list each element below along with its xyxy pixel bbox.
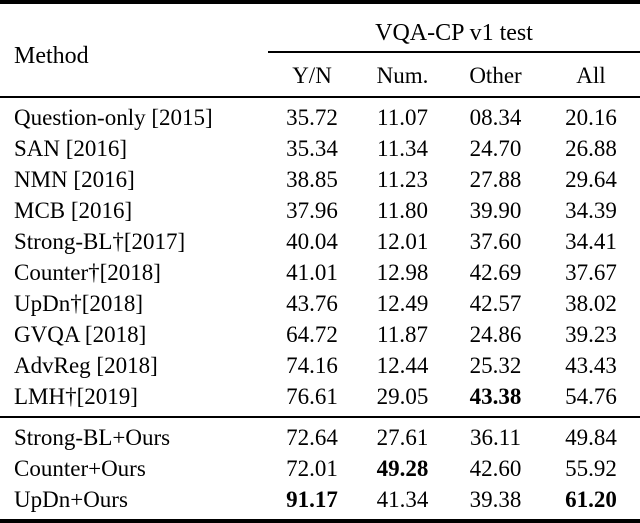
cell-all: 61.20 — [565, 487, 617, 512]
table-row: Question-only [2015] 35.72 11.07 08.34 2… — [0, 102, 640, 133]
cell-yn: 76.61 — [286, 384, 338, 409]
cell-all: 39.23 — [565, 322, 617, 347]
column-group-header-vqa-cp-v1-test: VQA-CP v1 test — [268, 9, 640, 57]
cell-method: MCB [2016] — [14, 198, 133, 223]
cell-yn: 37.96 — [286, 198, 338, 223]
cell-yn: 72.64 — [286, 425, 338, 450]
cell-other: 39.90 — [469, 198, 522, 223]
column-header-method: Method — [14, 42, 89, 69]
cell-yn: 64.72 — [286, 322, 338, 347]
cell-all: 34.41 — [565, 229, 617, 254]
cell-num: 11.80 — [377, 198, 428, 223]
cell-other: 39.38 — [469, 487, 522, 512]
cell-num: 12.98 — [376, 260, 429, 285]
cell-yn: 74.16 — [286, 353, 338, 378]
table-body: Method VQA-CP v1 test Y/N Num. Other All… — [0, 0, 640, 523]
cell-other: 08.34 — [469, 105, 522, 130]
cell-num: 12.44 — [376, 353, 429, 378]
cell-yn: 91.17 — [286, 487, 338, 512]
cell-num: 27.61 — [376, 425, 429, 450]
cell-method: Strong-BL+Ours — [14, 425, 171, 450]
cell-all: 37.67 — [565, 260, 617, 285]
table-row: MCB [2016] 37.96 11.80 39.90 34.39 — [0, 195, 640, 226]
cell-num: 29.05 — [376, 384, 429, 409]
cell-method: Strong-BL†[2017] — [14, 229, 186, 254]
cell-all: 29.64 — [565, 167, 617, 192]
cell-num: 12.49 — [376, 291, 429, 316]
cell-yn: 35.72 — [286, 105, 338, 130]
column-header-all: All — [576, 63, 606, 88]
cell-method: GVQA [2018] — [14, 322, 147, 347]
results-table-figure: Method VQA-CP v1 test Y/N Num. Other All… — [0, 0, 640, 523]
table-row: Counter+Ours 72.01 49.28 42.60 55.92 — [0, 453, 640, 484]
cell-other: 37.60 — [469, 229, 522, 254]
cell-all: 54.76 — [565, 384, 617, 409]
cell-all: 49.84 — [565, 425, 617, 450]
cell-all: 26.88 — [565, 136, 617, 161]
column-header-num: Num. — [376, 63, 429, 88]
cell-num: 11.87 — [377, 322, 428, 347]
cell-num: 11.34 — [377, 136, 428, 161]
cell-num: 41.34 — [376, 487, 429, 512]
table-row: LMH†[2019] 76.61 29.05 43.38 54.76 — [0, 381, 640, 412]
cell-all: 20.16 — [565, 105, 617, 130]
cell-method: Counter+Ours — [14, 456, 146, 481]
table-row: SAN [2016] 35.34 11.34 24.70 26.88 — [0, 133, 640, 164]
cell-all: 55.92 — [565, 456, 617, 481]
table-row: Counter†[2018] 41.01 12.98 42.69 37.67 — [0, 257, 640, 288]
table-row: UpDn†[2018] 43.76 12.49 42.57 38.02 — [0, 288, 640, 319]
table-row: AdvReg [2018] 74.16 12.44 25.32 43.43 — [0, 350, 640, 381]
cell-other: 27.88 — [469, 167, 522, 192]
cell-other: 36.11 — [470, 425, 521, 450]
cell-method: UpDn†[2018] — [14, 291, 144, 316]
cell-method: SAN [2016] — [14, 136, 128, 161]
table-row: Strong-BL+Ours 72.64 27.61 36.11 49.84 — [0, 422, 640, 453]
table-row: UpDn+Ours 91.17 41.34 39.38 61.20 — [0, 484, 640, 515]
cell-other: 24.70 — [469, 136, 522, 161]
cell-yn: 38.85 — [286, 167, 338, 192]
cell-method: AdvReg [2018] — [14, 353, 158, 378]
cell-other: 42.60 — [469, 456, 522, 481]
cell-other: 24.86 — [469, 322, 522, 347]
cell-all: 43.43 — [565, 353, 617, 378]
results-table: Method VQA-CP v1 test Y/N Num. Other All… — [0, 0, 640, 523]
cell-method: Question-only [2015] — [14, 105, 213, 130]
cell-all: 34.39 — [565, 198, 617, 223]
cell-num: 11.23 — [377, 167, 428, 192]
column-header-yn: Y/N — [292, 63, 332, 88]
cell-method: UpDn+Ours — [14, 487, 128, 512]
cell-yn: 72.01 — [286, 456, 338, 481]
table-row: NMN [2016] 38.85 11.23 27.88 29.64 — [0, 164, 640, 195]
column-header-other: Other — [469, 63, 522, 88]
table-row: GVQA [2018] 64.72 11.87 24.86 39.23 — [0, 319, 640, 350]
cell-method: LMH†[2019] — [14, 384, 138, 409]
cell-yn: 40.04 — [286, 229, 338, 254]
cell-num: 49.28 — [376, 456, 429, 481]
cell-yn: 35.34 — [286, 136, 338, 161]
cell-other: 42.57 — [469, 291, 522, 316]
cell-other: 25.32 — [469, 353, 522, 378]
cell-num: 12.01 — [376, 229, 429, 254]
cell-method: NMN [2016] — [14, 167, 135, 192]
group-header-label: VQA-CP v1 test — [268, 21, 640, 53]
cell-method: Counter†[2018] — [14, 260, 161, 285]
cell-other: 43.38 — [469, 384, 522, 409]
cell-all: 38.02 — [565, 291, 617, 316]
table-row: Strong-BL†[2017] 40.04 12.01 37.60 34.41 — [0, 226, 640, 257]
cell-yn: 41.01 — [286, 260, 338, 285]
cell-other: 42.69 — [469, 260, 522, 285]
table-header-group-row: Method VQA-CP v1 test — [0, 9, 640, 68]
cell-num: 11.07 — [377, 105, 428, 130]
cell-yn: 43.76 — [286, 291, 338, 316]
